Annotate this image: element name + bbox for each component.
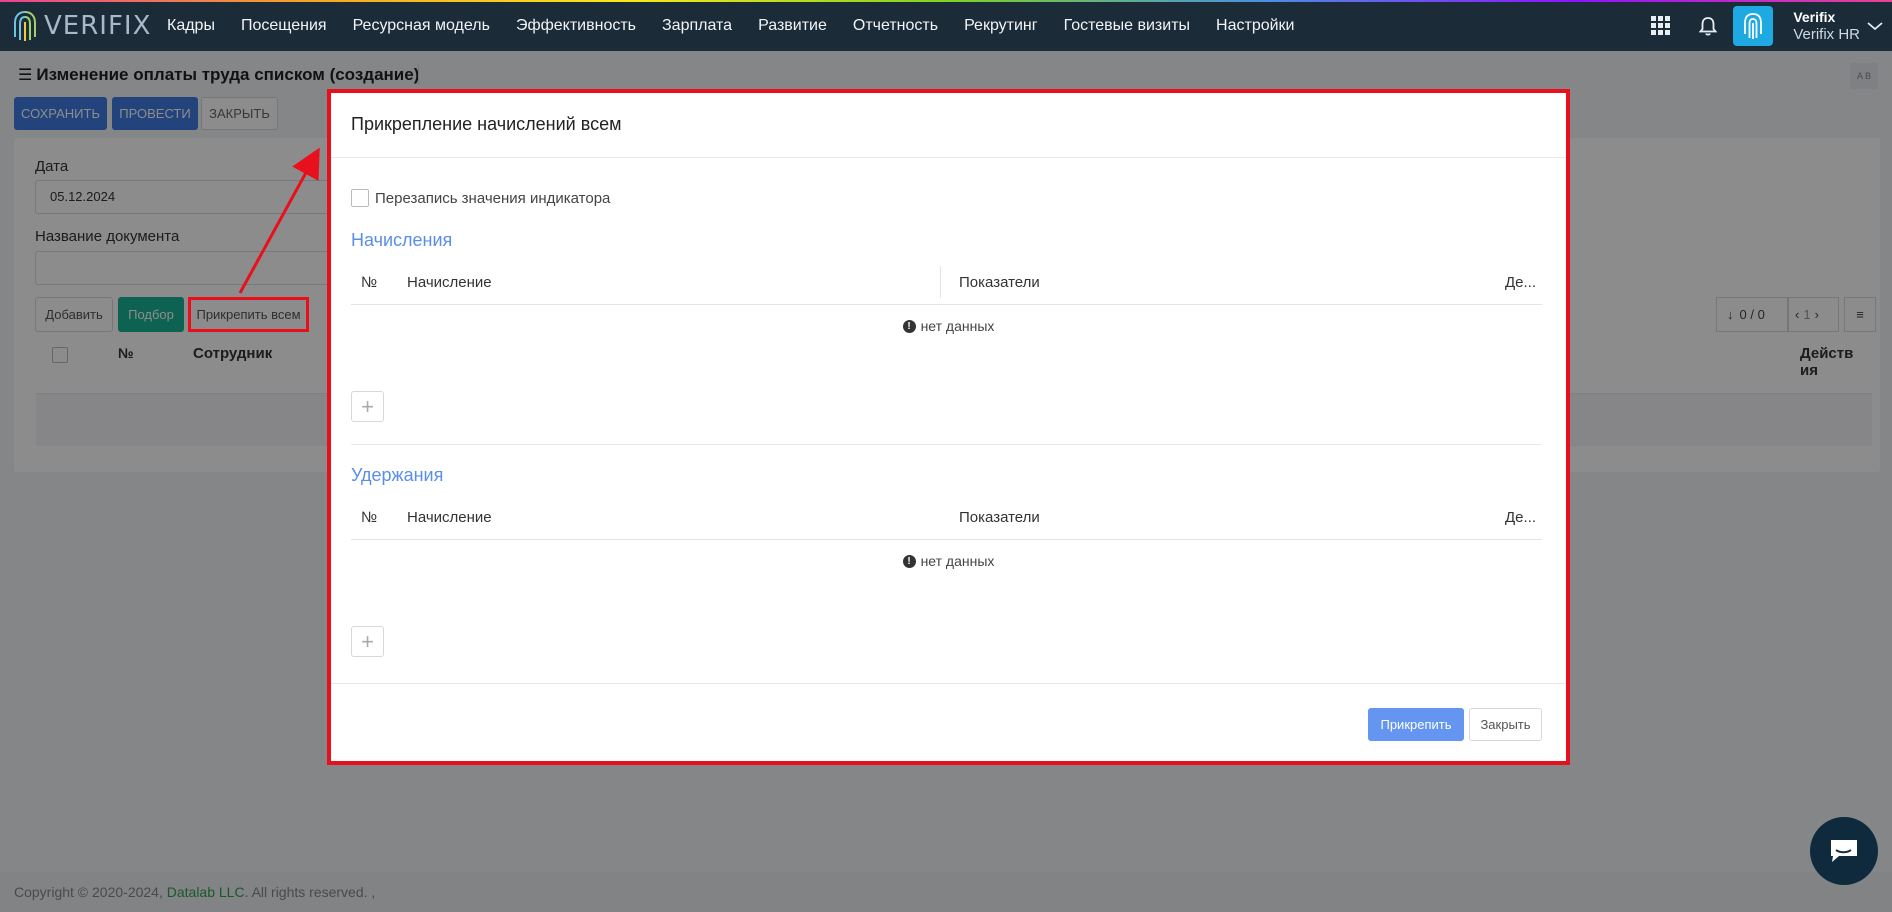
close-modal-button[interactable]: Закрыть [1469,708,1542,741]
deductions-col-num: № [361,509,378,526]
modal-header-divider [331,157,1566,158]
deductions-col-indicators: Показатели [959,509,1040,526]
accruals-col-actions: Де... [1505,274,1537,291]
chat-widget[interactable] [1810,817,1878,885]
add-accrual-button[interactable]: + [351,391,384,422]
accruals-table-header: № Начисление Показатели Де... [351,264,1542,305]
overwrite-indicator-checkbox[interactable] [351,189,369,207]
accruals-col-indicators: Показатели [959,274,1040,291]
info-icon: ! [902,554,916,568]
chat-icon [1831,840,1857,862]
deductions-col-accrual: Начисление [407,509,492,526]
deductions-col-actions: Де... [1505,509,1537,526]
deductions-title: Удержания [351,465,444,485]
add-deduction-button[interactable]: + [351,626,384,657]
modal-title: Прикрепление начислений всем [351,114,622,134]
accruals-col-num: № [361,274,378,291]
deductions-empty: ! нет данных [331,553,1566,569]
accruals-col-accrual: Начисление [407,274,492,291]
section-divider [351,444,1542,445]
modal-footer-divider [331,683,1566,684]
overwrite-indicator-row[interactable]: Перезапись значения индикатора [351,189,610,207]
overwrite-indicator-label: Перезапись значения индикатора [375,189,611,207]
attach-accruals-modal: Прикрепление начислений всем Перезапись … [327,89,1570,765]
accruals-title: Начисления [351,230,453,250]
attach-button[interactable]: Прикрепить [1368,708,1464,741]
deductions-table-header: № Начисление Показатели Де... [351,499,1542,540]
accruals-nodata-text: нет данных [920,318,995,334]
info-icon: ! [902,319,916,333]
accruals-empty: ! нет данных [331,318,1566,334]
column-divider [940,266,941,298]
deductions-nodata-text: нет данных [920,553,995,569]
